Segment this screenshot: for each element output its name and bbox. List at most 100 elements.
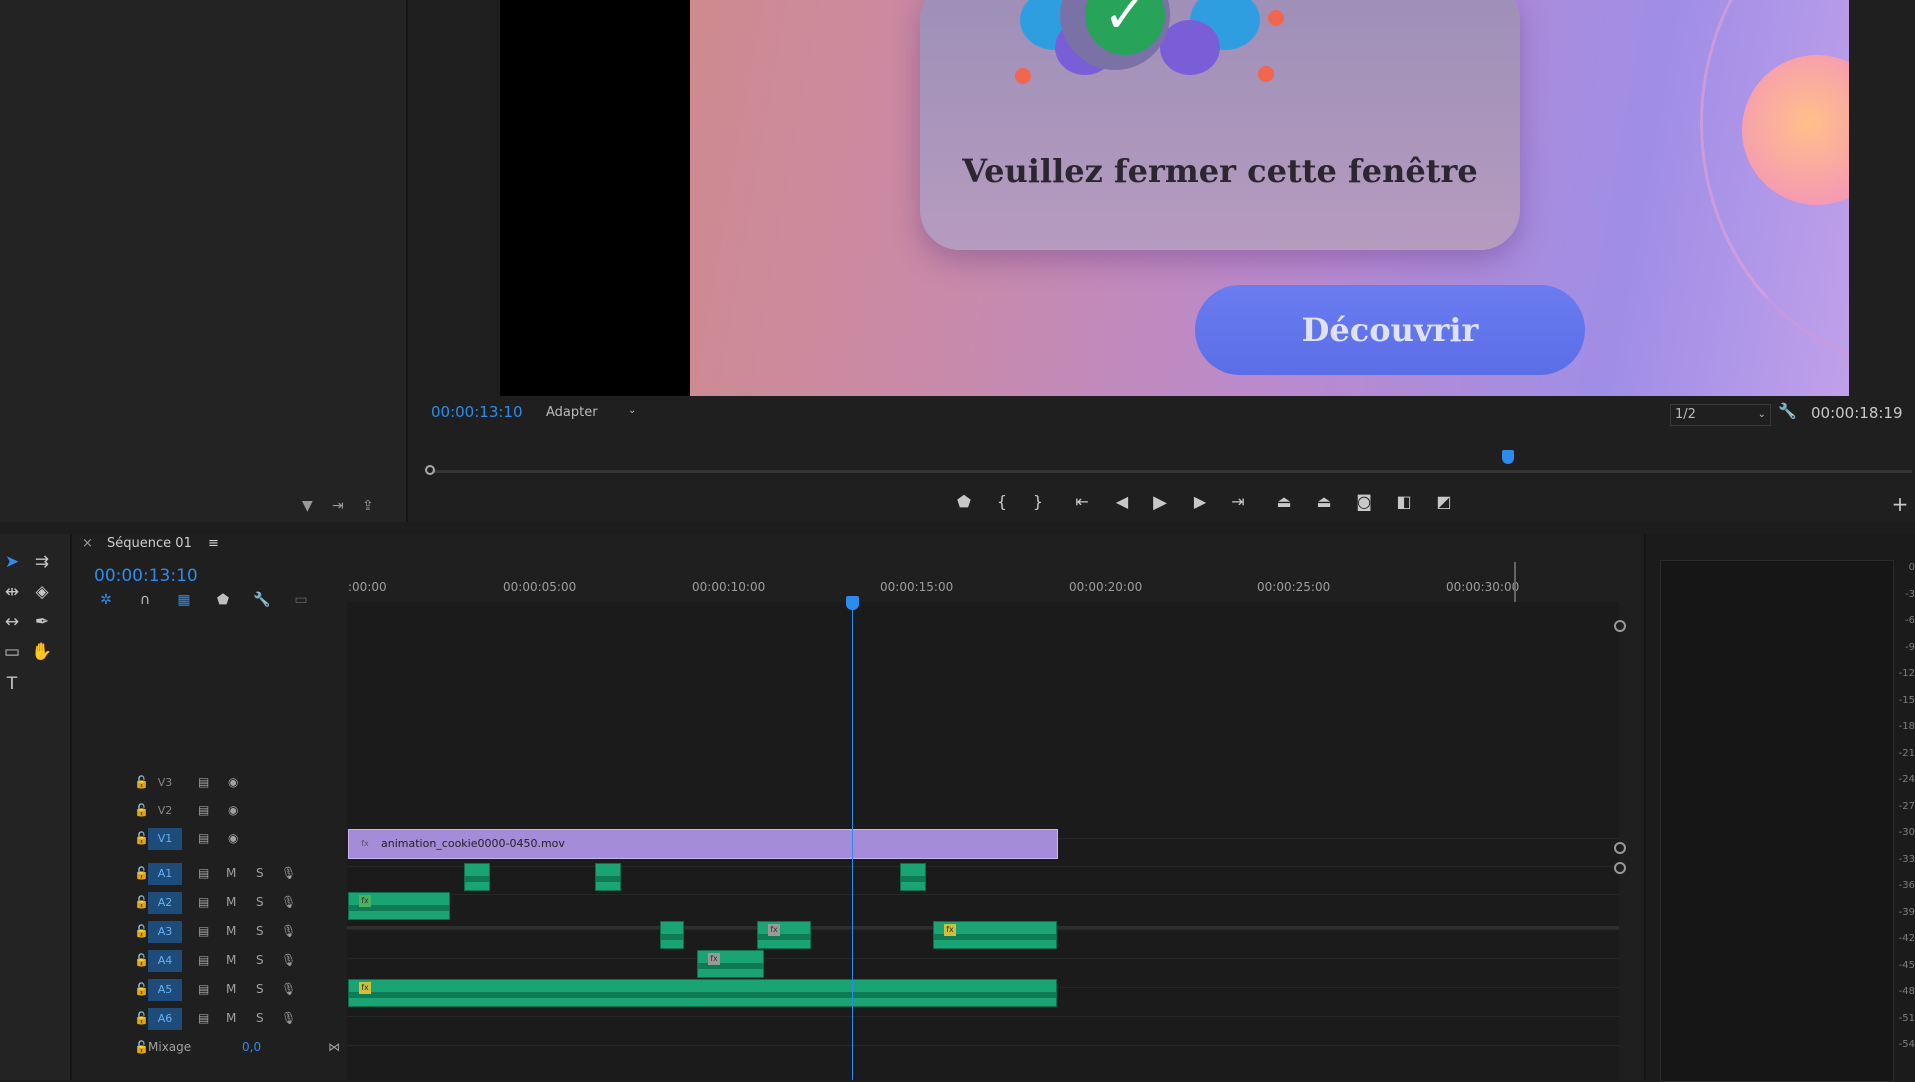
mute-button[interactable]: M — [226, 982, 236, 996]
eye-icon[interactable]: ◉ — [228, 803, 238, 817]
program-scrubber[interactable] — [432, 470, 1912, 473]
sync-icon[interactable]: ▤ — [198, 895, 209, 909]
marker-icon[interactable]: ⬟ — [952, 492, 976, 511]
insert-icon[interactable]: ⇥ — [332, 498, 344, 514]
solo-button[interactable]: S — [256, 953, 264, 967]
nest-icon[interactable]: ✲ — [96, 592, 116, 608]
solo-button[interactable]: S — [256, 866, 264, 880]
type-icon[interactable]: T — [0, 672, 24, 696]
microphone-icon[interactable]: 🎙 — [281, 866, 296, 880]
eye-icon[interactable]: ◉ — [228, 831, 238, 845]
selection-icon[interactable]: ➤ — [0, 550, 24, 574]
razor-icon[interactable]: ◈ — [30, 580, 54, 604]
solo-button[interactable]: S — [256, 924, 264, 938]
microphone-icon[interactable]: 🎙 — [281, 1011, 296, 1025]
track-select-icon[interactable]: ⇉ — [30, 550, 54, 574]
microphone-icon[interactable]: 🎙 — [281, 953, 296, 967]
track-name[interactable]: V1 — [148, 828, 182, 850]
mark-out-icon[interactable]: } — [1026, 492, 1050, 511]
audio-clip[interactable]: fx — [757, 921, 811, 949]
filter-icon[interactable]: ▼ — [302, 498, 313, 514]
lift-icon[interactable]: ⏏ — [1272, 492, 1296, 511]
close-icon[interactable]: × — [82, 536, 93, 551]
track-name[interactable]: A2 — [148, 892, 182, 914]
step-forward-icon[interactable]: ▶ — [1188, 492, 1212, 511]
compare-icon[interactable]: ◧ — [1392, 492, 1416, 511]
settings-wrench-icon[interactable]: 🔧 — [252, 592, 272, 608]
lock-icon[interactable]: 🔓 — [134, 775, 149, 789]
wrench-icon[interactable]: 🔧 — [1778, 402, 1797, 420]
linked-selection-icon[interactable]: ▦ — [174, 592, 194, 608]
camera-icon[interactable]: ◙ — [1352, 492, 1376, 511]
hand-icon[interactable]: ✋ — [30, 640, 54, 664]
bow-tie-icon[interactable]: ⋈ — [328, 1040, 340, 1054]
add-marker-icon[interactable]: ⬟ — [213, 592, 233, 608]
overlay-icon[interactable]: ◩ — [1432, 492, 1456, 511]
play-icon[interactable]: ▶ — [1148, 492, 1172, 513]
scroll-handle-left[interactable] — [425, 465, 435, 475]
lock-icon[interactable]: 🔓 — [134, 895, 149, 909]
sync-icon[interactable]: ▤ — [198, 924, 209, 938]
go-to-in-icon[interactable]: ⇤ — [1070, 492, 1094, 511]
track-name[interactable]: A5 — [148, 979, 182, 1001]
track-name[interactable]: A6 — [148, 1008, 182, 1030]
sync-icon[interactable]: ▤ — [198, 866, 209, 880]
tab-sequence[interactable]: × Séquence 01 ≡ — [82, 536, 219, 551]
sync-icon[interactable]: ▤ — [198, 1011, 209, 1025]
audio-clip[interactable]: fx — [697, 950, 764, 978]
pen-icon[interactable]: ✒ — [30, 610, 54, 634]
track-name[interactable]: A1 — [148, 863, 182, 885]
track-name[interactable]: V2 — [148, 800, 182, 822]
program-timecode[interactable]: 00:00:13:10 — [431, 403, 523, 421]
zoom-select[interactable]: Adapter ⌄ — [546, 405, 646, 425]
scroll-handle[interactable] — [1614, 862, 1626, 874]
microphone-icon[interactable]: 🎙 — [281, 895, 296, 909]
lock-icon[interactable]: 🔓 — [134, 924, 149, 938]
audio-clip[interactable] — [900, 863, 926, 891]
track-name[interactable]: A3 — [148, 921, 182, 943]
microphone-icon[interactable]: 🎙 — [281, 924, 296, 938]
mark-in-icon[interactable]: { — [990, 492, 1014, 511]
solo-button[interactable]: S — [256, 1011, 264, 1025]
timeline-playhead-line[interactable] — [852, 596, 853, 1080]
sync-icon[interactable]: ▤ — [198, 803, 209, 817]
track-lane-v2[interactable] — [347, 866, 1619, 895]
timeline-playhead[interactable] — [846, 596, 859, 610]
ripple-edit-icon[interactable]: ⇹ — [0, 580, 24, 604]
audio-clip[interactable] — [595, 863, 621, 891]
audio-clip[interactable]: fx — [348, 892, 450, 920]
program-playhead[interactable] — [1501, 450, 1514, 464]
mute-button[interactable]: M — [226, 866, 236, 880]
mix-value[interactable]: 0,0 — [242, 1040, 261, 1054]
scroll-handle[interactable] — [1614, 620, 1626, 632]
eye-icon[interactable]: ◉ — [228, 775, 238, 789]
lock-icon[interactable]: 🔓 — [134, 831, 149, 845]
track-name[interactable]: A4 — [148, 950, 182, 972]
sync-icon[interactable]: ▤ — [198, 953, 209, 967]
audio-clip[interactable] — [464, 863, 490, 891]
captions-icon[interactable]: ▭ — [291, 592, 311, 608]
mute-button[interactable]: M — [226, 895, 236, 909]
mute-button[interactable]: M — [226, 924, 236, 938]
audio-clip[interactable]: fx — [933, 921, 1057, 949]
go-to-out-icon[interactable]: ⇥ — [1226, 492, 1250, 511]
track-lane-a4[interactable] — [347, 1016, 1619, 1045]
add-button[interactable]: + — [1888, 492, 1912, 516]
solo-button[interactable]: S — [256, 982, 264, 996]
lock-icon[interactable]: 🔓 — [134, 803, 149, 817]
lock-icon[interactable]: 🔓 — [134, 1040, 149, 1054]
microphone-icon[interactable]: 🎙 — [281, 982, 296, 996]
track-name[interactable]: V3 — [148, 772, 182, 794]
video-clip[interactable]: fx animation_cookie0000-0450.mov — [348, 829, 1058, 859]
sync-icon[interactable]: ▤ — [198, 831, 209, 845]
track-lane-a5[interactable] — [347, 1045, 1619, 1074]
lock-icon[interactable]: 🔓 — [134, 953, 149, 967]
step-back-icon[interactable]: ◀ — [1110, 492, 1134, 511]
audio-clip[interactable] — [660, 921, 684, 949]
solo-button[interactable]: S — [256, 895, 264, 909]
export-icon[interactable]: ⇪ — [362, 498, 374, 514]
menu-icon[interactable]: ≡ — [208, 536, 219, 551]
lock-icon[interactable]: 🔓 — [134, 1011, 149, 1025]
track-lane-v1[interactable] — [347, 894, 1619, 923]
audio-clip[interactable]: fx — [348, 979, 1057, 1007]
